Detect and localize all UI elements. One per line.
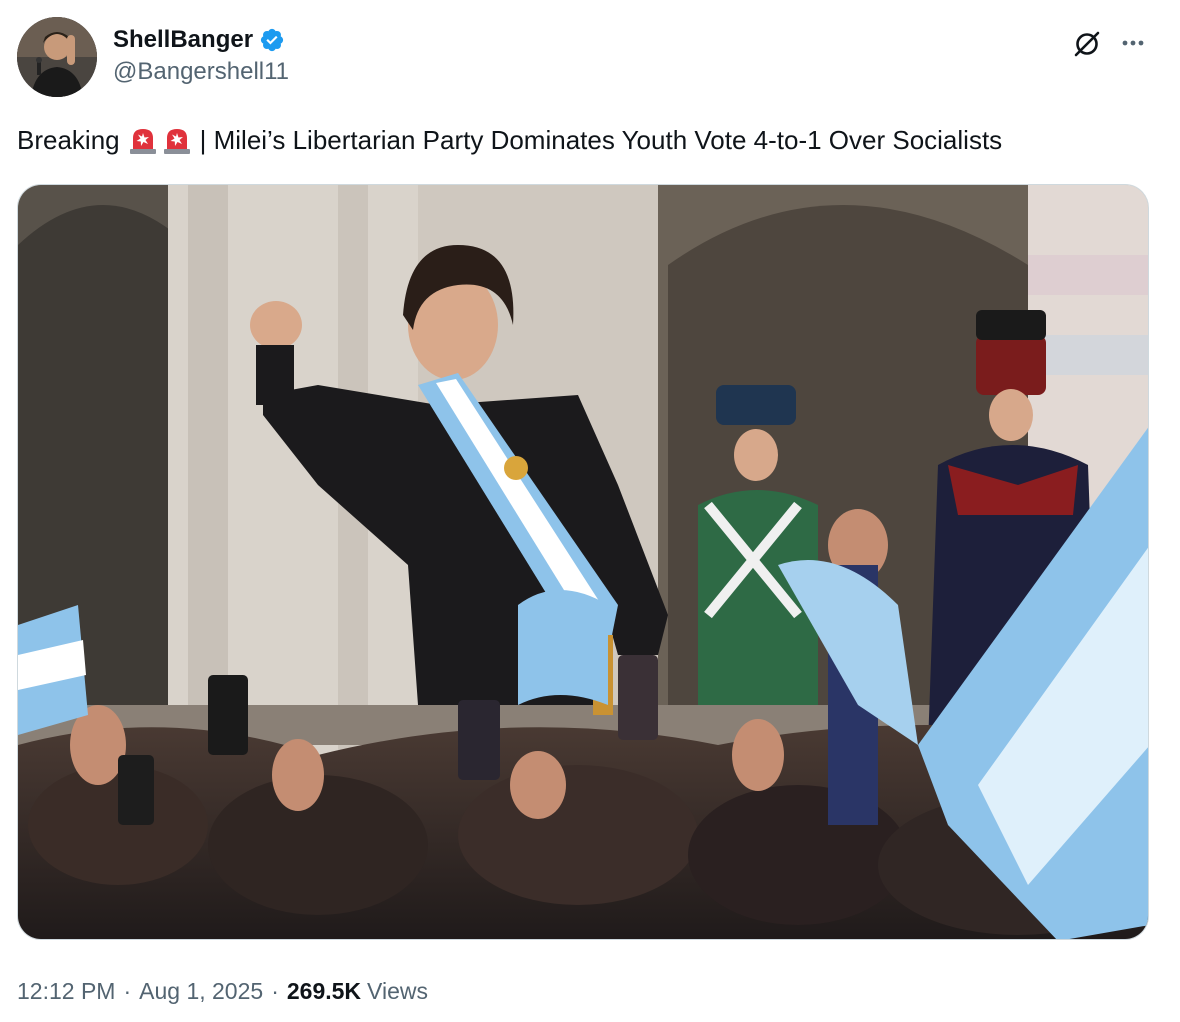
grok-icon[interactable] — [1072, 29, 1102, 59]
tweet-photo[interactable] — [17, 184, 1149, 940]
views-label: Views — [367, 978, 428, 1004]
photo-image — [18, 185, 1148, 939]
tweet-text: Breaking | Milei’s Libertarian Party Dom… — [17, 122, 1157, 158]
tweet-card: ShellBanger @Bangershell11 Breaking | Mi… — [0, 0, 1180, 1022]
meta-separator: · — [271, 978, 279, 1004]
user-handle[interactable]: @Bangershell11 — [113, 57, 289, 87]
display-name[interactable]: ShellBanger — [113, 25, 253, 55]
tweet-date[interactable]: Aug 1, 2025 — [139, 975, 263, 1007]
meta-separator: · — [123, 978, 132, 1004]
more-options-icon[interactable] — [1118, 31, 1148, 55]
tweet-meta: 12:12 PM · Aug 1, 2025 · 269.5K Views — [17, 975, 428, 1007]
avatar[interactable] — [17, 17, 97, 97]
verified-badge-icon — [259, 27, 285, 53]
views-count[interactable]: 269.5K — [287, 975, 361, 1007]
rotating-light-icon — [128, 125, 158, 155]
rotating-light-icon — [162, 125, 192, 155]
tweet-text-lead: Breaking — [17, 125, 120, 155]
tweet-time[interactable]: 12:12 PM — [17, 975, 115, 1007]
avatar-image — [17, 17, 97, 97]
tweet-text-body: | Milei’s Libertarian Party Dominates Yo… — [199, 125, 1003, 155]
